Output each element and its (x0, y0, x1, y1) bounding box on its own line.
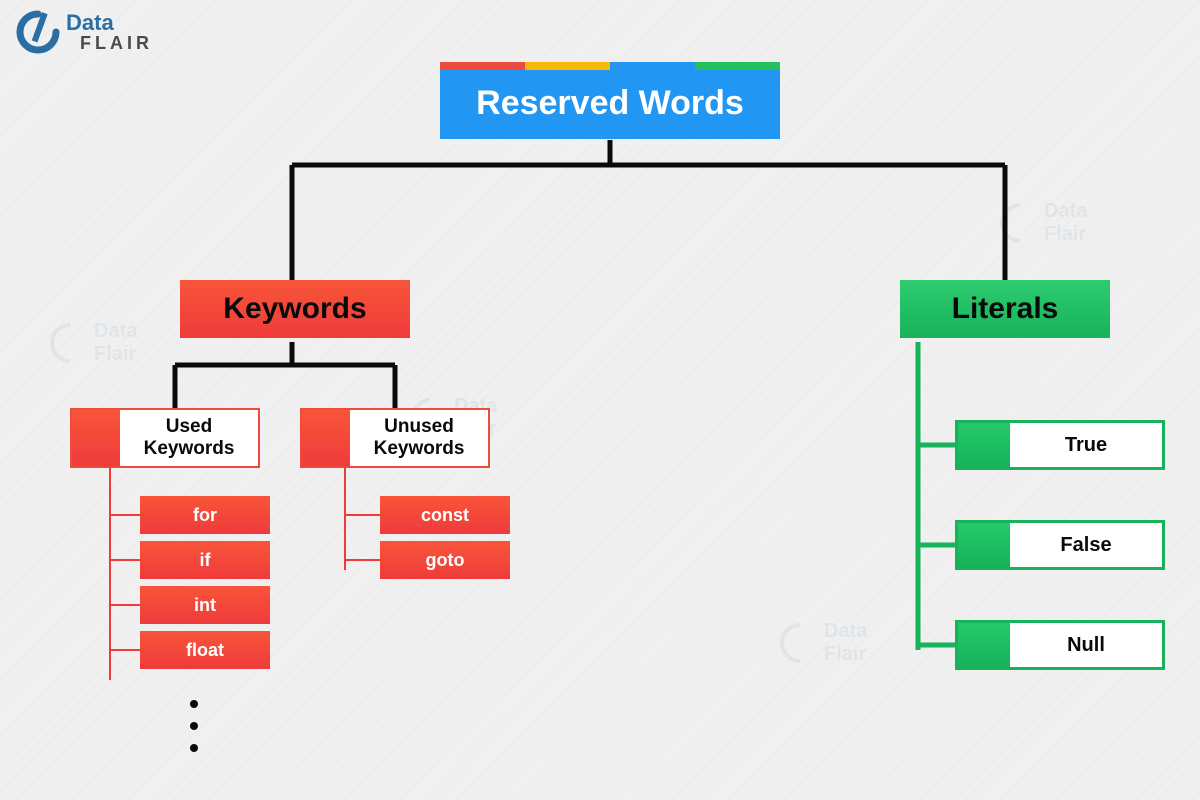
ellipsis-dots (190, 700, 198, 752)
stripe-seg (440, 62, 525, 70)
unused-keywords-box: Unused Keywords (300, 408, 490, 468)
keywords-node: Keywords (180, 280, 410, 338)
watermark: DataFlair (780, 620, 867, 666)
brand-logo: Data FLAIR (16, 10, 153, 54)
literal-label: False (1010, 523, 1162, 567)
brand-logo-text: Data FLAIR (66, 12, 153, 52)
watermark: DataFlair (50, 320, 137, 366)
unused-keywords-label: Unused Keywords (350, 410, 488, 466)
used-keywords-tab (72, 410, 120, 466)
stripe-seg (695, 62, 780, 70)
watermark: DataFlair (1000, 200, 1087, 246)
literal-tab (958, 423, 1010, 467)
stripe-seg (610, 62, 695, 70)
literal-tab (958, 623, 1010, 667)
used-keyword-item: if (140, 541, 270, 579)
literal-item: True (955, 420, 1165, 470)
literal-label: Null (1010, 623, 1162, 667)
literal-item: False (955, 520, 1165, 570)
literals-node: Literals (900, 280, 1110, 338)
used-keywords-label: Used Keywords (120, 410, 258, 466)
used-keyword-item: for (140, 496, 270, 534)
used-keyword-item: int (140, 586, 270, 624)
unused-keyword-item: const (380, 496, 510, 534)
literal-label: True (1010, 423, 1162, 467)
root-stripe (440, 62, 780, 70)
unused-keywords-tab (302, 410, 350, 466)
used-keywords-box: Used Keywords (70, 408, 260, 468)
stripe-seg (525, 62, 610, 70)
root-node: Reserved Words (440, 62, 780, 139)
unused-keyword-item: goto (380, 541, 510, 579)
brand-top: Data (66, 10, 114, 35)
literal-item: Null (955, 620, 1165, 670)
literal-tab (958, 523, 1010, 567)
brand-logo-icon (16, 10, 60, 54)
used-keyword-item: float (140, 631, 270, 669)
root-title: Reserved Words (440, 70, 780, 139)
brand-bottom: FLAIR (80, 34, 153, 52)
